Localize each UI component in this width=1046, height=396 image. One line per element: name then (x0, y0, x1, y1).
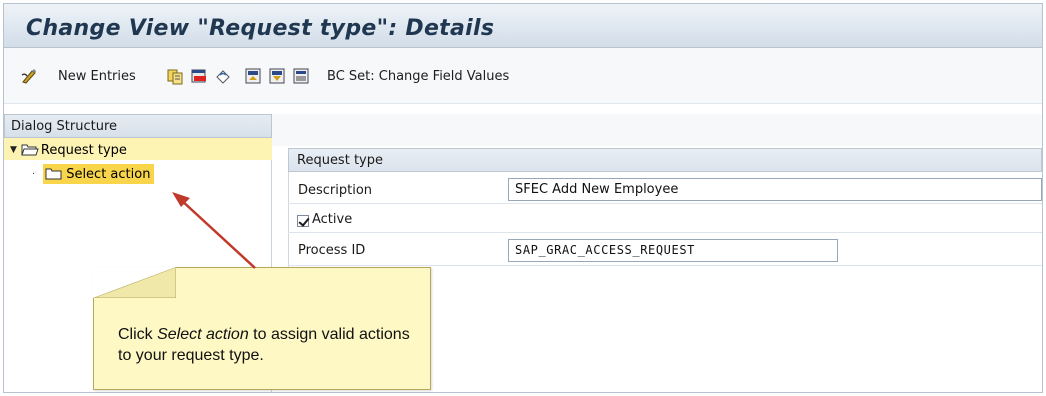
new-entries-button[interactable]: New Entries (58, 65, 136, 87)
group-title-request-type: Request type (288, 148, 1042, 172)
select-all-button[interactable] (292, 65, 310, 87)
select-all-icon (292, 67, 310, 85)
description-field[interactable]: SFEC Add New Employee (508, 178, 1042, 201)
process-id-label: Process ID (298, 243, 366, 258)
undo-icon (214, 67, 232, 85)
next-entry-button[interactable] (268, 65, 286, 87)
undo-button[interactable] (214, 65, 232, 87)
description-label: Description (298, 183, 373, 198)
callout-fold-corner (93, 267, 176, 298)
copy-button[interactable] (166, 65, 184, 87)
copy-icon (166, 67, 184, 85)
row-divider (288, 265, 1042, 266)
previous-entry-icon (244, 67, 262, 85)
new-entries-label: New Entries (58, 68, 136, 84)
bc-set-label: BC Set: Change Field Values (327, 68, 510, 84)
active-label: Active (312, 212, 353, 227)
title-bar: Change View "Request type": Details (4, 4, 1042, 48)
active-checkbox[interactable] (297, 215, 309, 227)
open-folder-icon (21, 143, 39, 157)
next-entry-icon (268, 67, 286, 85)
row-divider (288, 203, 1042, 204)
callout-text-start: Click (118, 326, 158, 343)
detail-top-strip (272, 114, 1042, 146)
expand-triangle-icon[interactable]: ▼ (10, 145, 17, 155)
display-change-icon (20, 67, 38, 85)
tree-label-select-action: Select action (66, 166, 151, 182)
delete-button[interactable] (190, 65, 208, 87)
tree-node-request-type[interactable]: ▼ Request type (10, 140, 127, 160)
selected-node-box[interactable]: Select action (43, 164, 155, 184)
page-title: Change View "Request type": Details (26, 16, 495, 41)
tree-node-select-action[interactable]: · Select action (32, 164, 155, 184)
callout-text: Click Select action to assign valid acti… (118, 324, 418, 366)
callout-text-emphasis: Select action (157, 326, 249, 343)
previous-entry-button[interactable] (244, 65, 262, 87)
process-id-field[interactable]: SAP_GRAC_ACCESS_REQUEST (508, 239, 838, 262)
tree-bullet-icon: · (32, 168, 36, 180)
application-toolbar: New Entries BC Set: Change Field Values (4, 48, 1042, 104)
dialog-structure-header: Dialog Structure (4, 114, 272, 138)
delete-icon (190, 67, 208, 85)
row-divider (288, 232, 1042, 233)
display-change-button[interactable] (20, 65, 38, 87)
folder-icon (45, 167, 63, 181)
tree-label-request-type: Request type (40, 142, 127, 158)
bc-set-change-field-values-button[interactable]: BC Set: Change Field Values (327, 65, 509, 87)
